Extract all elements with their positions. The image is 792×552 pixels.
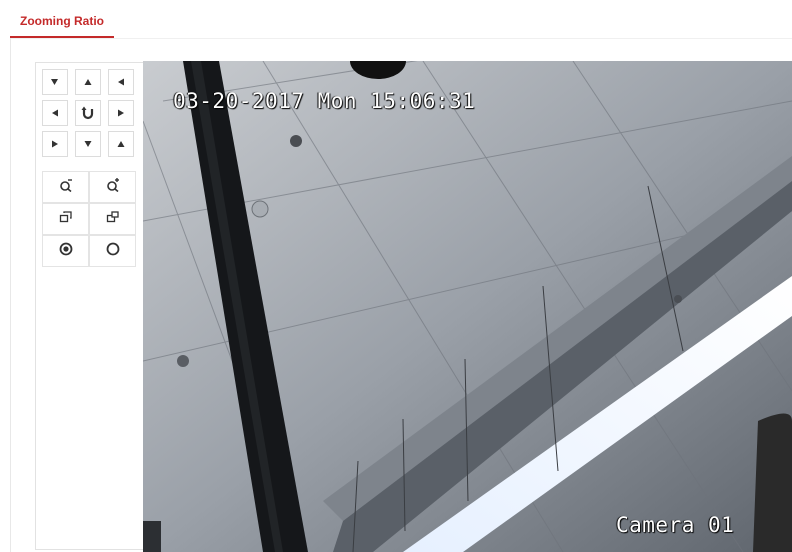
pan-down-left-button[interactable] [42,131,68,157]
iris-close-button[interactable] [42,235,89,267]
arrow-up-right-icon [117,78,125,86]
arrow-down-right-icon [117,140,125,148]
pan-up-button[interactable] [75,69,101,95]
camera-feed-image [143,61,792,552]
iris-close-icon [59,242,73,261]
focus-near-icon [59,210,73,229]
auto-rotate-icon [81,106,95,120]
zoom-in-icon [106,177,120,197]
arrow-up-icon [84,78,92,86]
tab-bar: Zooming Ratio [10,10,792,39]
arrow-down-left-icon [51,140,59,148]
timestamp-overlay: 03-20-2017 Mon 15:06:31 [173,89,476,113]
iris-open-icon [106,242,120,261]
pan-left-button[interactable] [42,100,68,126]
direction-pad [42,69,134,157]
focus-far-icon [106,210,120,229]
zoom-out-icon [59,178,73,197]
auto-pan-button[interactable] [75,100,101,126]
focus-far-button[interactable] [89,203,136,235]
divider [10,38,792,39]
arrow-left-icon [51,109,59,117]
ptz-control-panel [35,62,144,550]
tab-zooming-ratio[interactable]: Zooming Ratio [10,10,114,38]
arrow-right-icon [117,109,125,117]
pan-up-left-button[interactable] [42,69,68,95]
pan-down-button[interactable] [75,131,101,157]
arrow-down-icon [84,140,92,148]
arrow-up-left-icon [51,78,59,86]
zoom-in-button[interactable] [89,171,136,203]
divider [10,38,11,552]
lens-controls [42,171,136,267]
focus-near-button[interactable] [42,203,89,235]
iris-open-button[interactable] [89,235,136,267]
pan-down-right-button[interactable] [108,131,134,157]
live-video[interactable]: 03-20-2017 Mon 15:06:31 Camera 01 [143,61,792,552]
pan-right-button[interactable] [108,100,134,126]
camera-name-overlay: Camera 01 [616,513,735,537]
pan-up-right-button[interactable] [108,69,134,95]
zoom-out-button[interactable] [42,171,89,203]
